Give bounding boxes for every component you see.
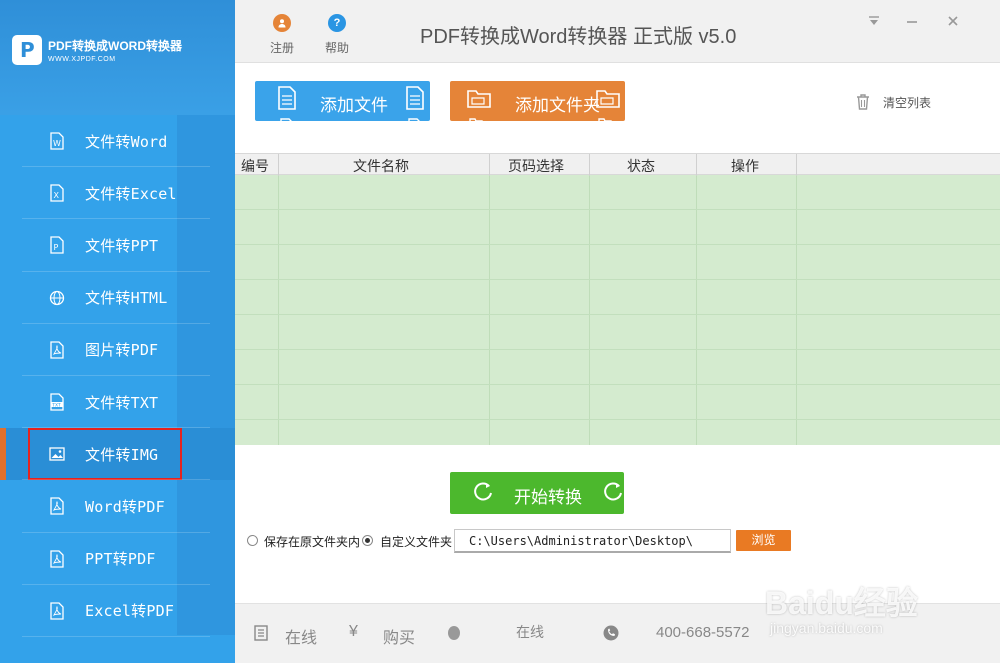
refresh-icon (604, 482, 622, 501)
sidebar-item-label: 文件转TXT (85, 393, 159, 412)
sidebar-item-image-to-pdf[interactable]: 图片转PDF (0, 324, 235, 376)
sidebar-item-img[interactable]: 文件转IMG (0, 428, 235, 481)
column-header-action[interactable]: 操作 (731, 156, 759, 176)
help-icon: ? (328, 14, 346, 32)
sidebar-item-html[interactable]: 文件转HTML (0, 272, 235, 324)
clear-list-button[interactable]: 清空列表 (855, 93, 931, 111)
footer-bar: 在线 ¥ 购买 在线 400-668-5572 (235, 603, 1000, 663)
window-title: PDF转换成Word转换器 正式版 v5.0 (420, 26, 737, 48)
main-panel: 添加文件 添加文件夹 清空列表 编号 文件名称 页码选择 状态 操作 开始转换 … (235, 63, 1000, 603)
sidebar-item-label: 文件转Excel (85, 184, 177, 203)
sidebar-header: PDF转换成WORD转换器 WWW.XJPDF.COM (0, 0, 235, 115)
sidebar-nav: W 文件转Word X 文件转Excel P 文件转PPT 文件转HTML 图片… (0, 115, 235, 637)
svg-text:X: X (54, 191, 60, 200)
add-file-label: 添加文件 (320, 96, 388, 115)
custom-folder-label: 自定义文件夹 (380, 535, 453, 549)
sidebar-item-excel[interactable]: X 文件转Excel (0, 167, 235, 220)
sidebar-item-label: 文件转Word (85, 132, 168, 151)
document-icon (406, 86, 424, 110)
pdf-file-icon (48, 341, 66, 359)
register-button[interactable]: 注册 (262, 14, 302, 56)
close-icon[interactable] (944, 14, 962, 32)
logo-icon (12, 35, 42, 65)
folder-icon (598, 118, 612, 121)
document-icon (408, 118, 420, 121)
sidebar-item-label: Word转PDF (85, 497, 165, 516)
clear-list-label: 清空列表 (883, 95, 932, 110)
sidebar-item-label: 文件转PPT (85, 236, 159, 255)
document-icon (280, 118, 292, 121)
sidebar-item-word-to-pdf[interactable]: Word转PDF (0, 480, 235, 533)
buy-link[interactable]: 购买 (383, 624, 415, 648)
column-header-filename[interactable]: 文件名称 (353, 156, 409, 176)
sidebar-item-ppt[interactable]: P 文件转PPT (0, 219, 235, 272)
svg-text:P: P (54, 243, 59, 252)
start-convert-button[interactable]: 开始转换 (450, 472, 624, 514)
file-table: 编号 文件名称 页码选择 状态 操作 (235, 153, 1000, 445)
phone-number: 400-668-5572 (656, 624, 750, 641)
sidebar-item-ppt-to-pdf[interactable]: PPT转PDF (0, 533, 235, 585)
pdf-file-icon (48, 497, 66, 516)
register-icon (273, 14, 291, 32)
trash-icon (857, 94, 869, 110)
column-header-page-range[interactable]: 页码选择 (508, 156, 564, 176)
start-convert-label: 开始转换 (514, 488, 582, 507)
help-button[interactable]: ? 帮助 (317, 14, 357, 56)
add-folder-label: 添加文件夹 (515, 96, 600, 115)
output-options: 保存在原文件夹内 自定义文件夹 C:\Users\Administrator\D… (245, 529, 995, 559)
minimize-icon[interactable] (903, 14, 921, 32)
help-label: 帮助 (324, 41, 349, 55)
online-status: 在线 (516, 624, 544, 640)
pdf-file-icon (48, 602, 66, 620)
svg-text:W: W (53, 139, 61, 148)
pdf-file-icon (48, 549, 66, 568)
sidebar-item-label: Excel转PDF (85, 602, 175, 621)
sidebar-item-label: 图片转PDF (85, 341, 159, 360)
document-icon (278, 86, 296, 110)
excel-file-icon: X (48, 184, 66, 202)
document-icon (254, 625, 268, 641)
svg-text:TXT: TXT (51, 402, 61, 408)
word-file-icon: W (48, 132, 66, 150)
logo-title: PDF转换成WORD转换器 (48, 39, 182, 53)
online-link[interactable]: 在线 (285, 624, 317, 648)
txt-file-icon: TXT (48, 393, 66, 411)
title-bar: 注册 ? 帮助 PDF转换成Word转换器 正式版 v5.0 (235, 0, 1000, 63)
sidebar-item-label: PPT转PDF (85, 550, 156, 569)
app-logo: PDF转换成WORD转换器 WWW.XJPDF.COM (12, 35, 182, 65)
register-label: 注册 (269, 41, 294, 55)
phone-icon (603, 625, 619, 641)
sidebar-item-word[interactable]: W 文件转Word (0, 115, 235, 168)
column-header-status[interactable]: 状态 (627, 156, 655, 176)
browse-button[interactable]: 浏览 (736, 530, 791, 551)
logo-url: WWW.XJPDF.COM (48, 56, 116, 63)
column-header-index[interactable]: 编号 (241, 156, 269, 176)
add-file-button[interactable]: 添加文件 (255, 81, 430, 121)
sidebar-item-label: 文件转IMG (85, 445, 159, 464)
table-header: 编号 文件名称 页码选择 状态 操作 (235, 153, 1000, 176)
save-original-label: 保存在原文件夹内 (264, 535, 361, 549)
output-path-input[interactable]: C:\Users\Administrator\Desktop\ (454, 529, 731, 553)
folder-icon (469, 118, 483, 121)
sidebar: PDF转换成WORD转换器 WWW.XJPDF.COM W 文件转Word X … (0, 0, 235, 663)
folder-icon (596, 90, 620, 108)
globe-icon (48, 289, 66, 307)
ppt-file-icon: P (48, 236, 66, 255)
add-folder-button[interactable]: 添加文件夹 (450, 81, 625, 121)
refresh-icon (474, 482, 492, 501)
yen-icon: ¥ (349, 623, 358, 640)
image-icon (48, 445, 66, 463)
sidebar-item-excel-to-pdf[interactable]: Excel转PDF (0, 585, 235, 637)
qq-icon (448, 626, 460, 640)
sidebar-item-txt[interactable]: TXT 文件转TXT (0, 376, 235, 429)
save-original-radio[interactable] (247, 535, 258, 546)
custom-folder-radio[interactable] (362, 535, 373, 546)
sidebar-item-label: 文件转HTML (85, 289, 168, 308)
menu-dropdown-icon[interactable] (865, 14, 883, 32)
folder-icon (467, 90, 491, 108)
